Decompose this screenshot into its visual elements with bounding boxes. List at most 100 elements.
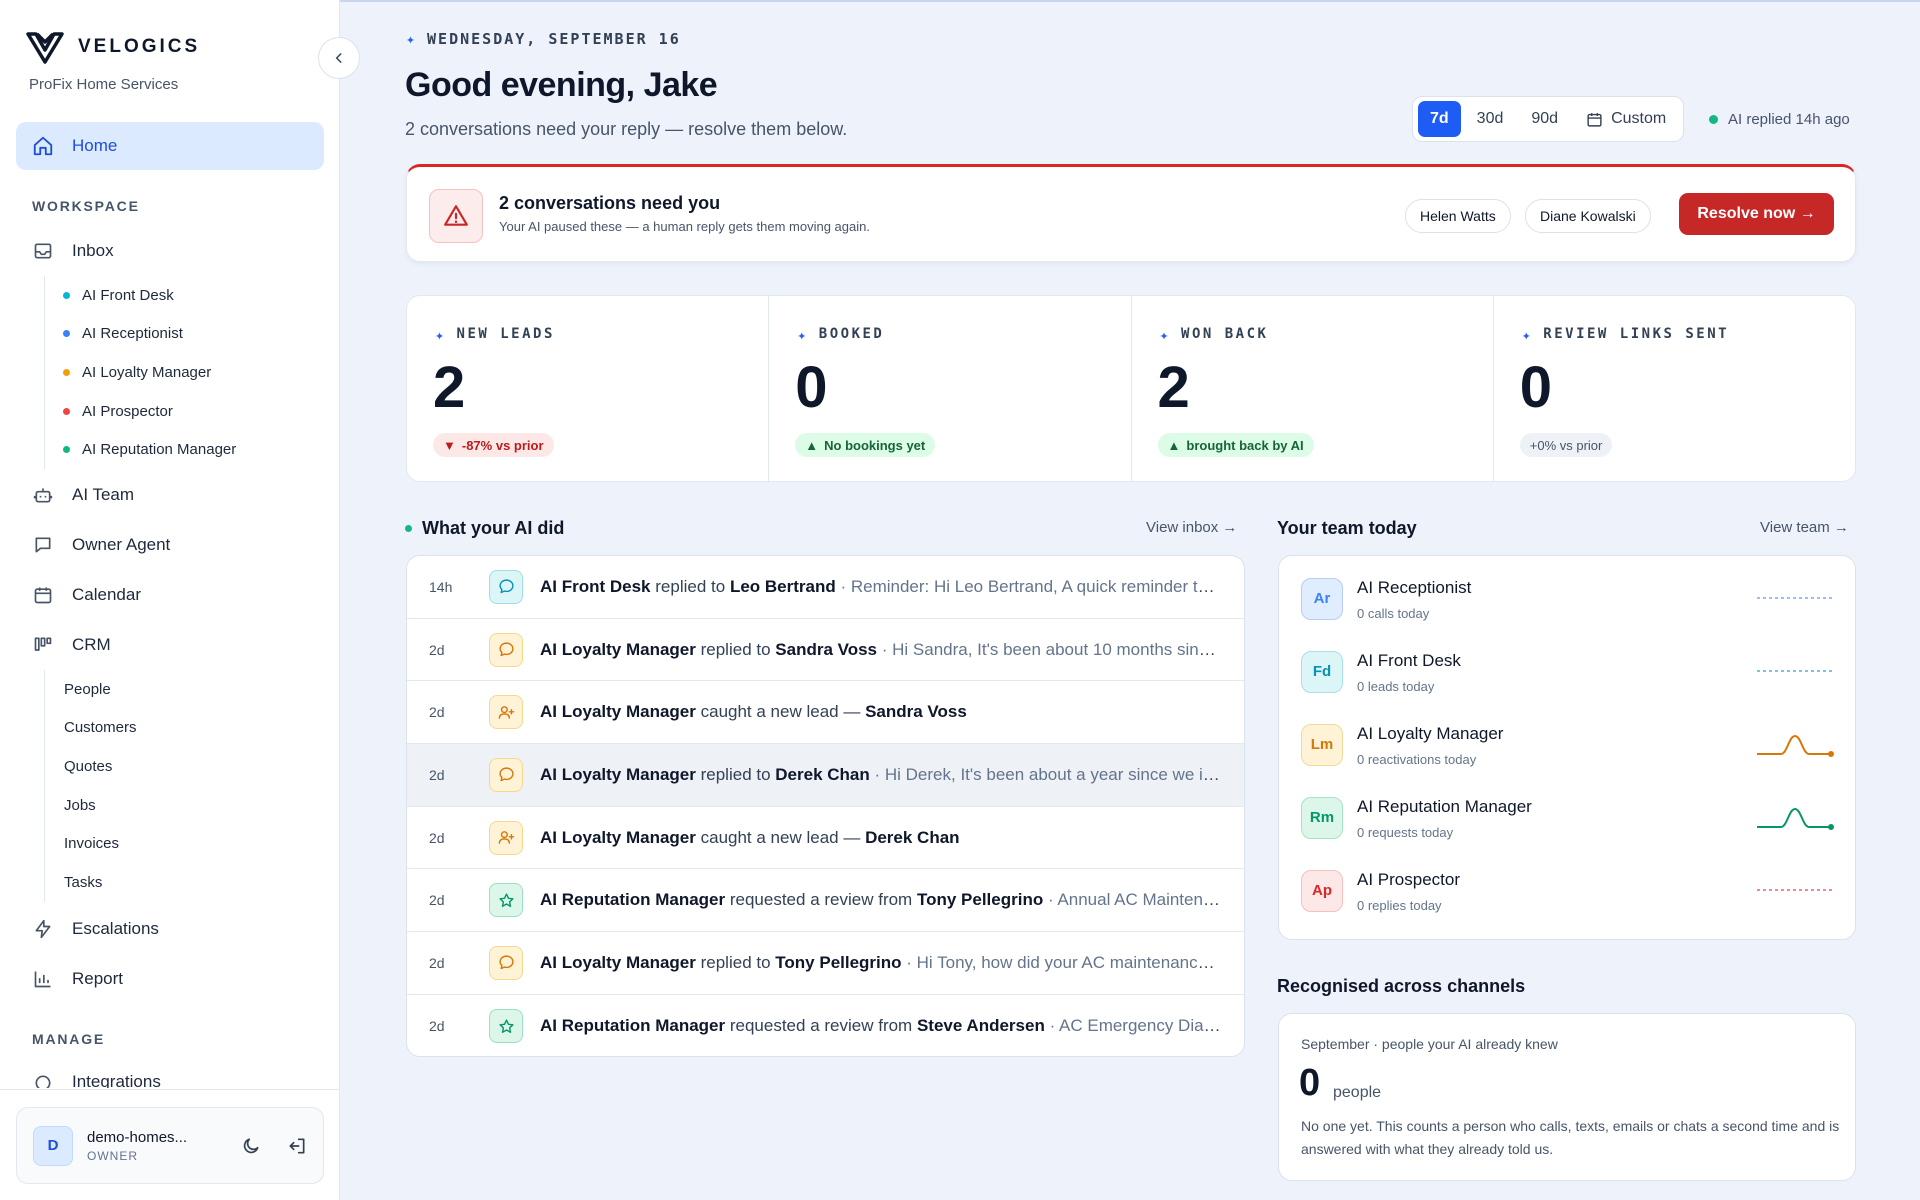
nav-owner-agent[interactable]: Owner Agent (32, 534, 170, 556)
inbox-item-ai-reputation-manager[interactable]: AI Reputation Manager (63, 430, 236, 469)
crm-subnav: People Customers Quotes Jobs Invoices Ta… (44, 670, 137, 902)
activity-row[interactable]: 2d AI Loyalty Manager replied to Sandra V… (407, 619, 1244, 682)
stat-value: 2 (1157, 355, 1190, 420)
activity-row[interactable]: 2d AI Loyalty Manager caught a new lead —… (407, 807, 1244, 870)
brand[interactable]: VELOGICS (26, 30, 200, 64)
kanban-icon (32, 634, 54, 656)
team-member-row[interactable]: Rm AI Reputation Manager 0 requests today (1279, 781, 1855, 854)
calendar-icon (1586, 111, 1603, 128)
activity-text: AI Front Desk replied to Leo Bertrand · … (540, 577, 1222, 597)
stat-badge: ▲ brought back by AI (1157, 433, 1314, 457)
collapse-sidebar-button[interactable] (318, 37, 360, 79)
user-plus-icon (489, 695, 523, 730)
activity-text: AI Loyalty Manager replied to Derek Chan… (540, 765, 1222, 785)
team-member-row[interactable]: Fd AI Front Desk 0 leads today (1279, 635, 1855, 708)
activity-verb: caught a new lead — (700, 827, 861, 847)
activity-actor: AI Front Desk (540, 576, 651, 596)
user-card[interactable]: D demo-homes... OWNER (16, 1107, 324, 1184)
manage-section-label: MANAGE (32, 1031, 106, 1047)
inbox-item-ai-front-desk[interactable]: AI Front Desk (63, 276, 236, 315)
inbox-item-ai-prospector[interactable]: AI Prospector (63, 392, 236, 431)
activity-preview: AC Emergency Diagnostic visit completed (1059, 1016, 1222, 1036)
activity-row[interactable]: 2d AI Reputation Manager requested a revi… (407, 995, 1244, 1056)
range-90d-button[interactable]: 90d (1519, 101, 1570, 137)
online-dot (1709, 115, 1718, 124)
activity-title: What your AI did (422, 518, 565, 538)
page-subtitle: 2 conversations need your reply — resolv… (405, 119, 848, 139)
page-title: Good evening, Jake (405, 66, 718, 104)
activity-row[interactable]: 2d AI Loyalty Manager replied to Tony Pel… (407, 932, 1244, 995)
team-avatar: Lm (1301, 723, 1343, 766)
nav-integrations[interactable]: Integrations (32, 1072, 161, 1088)
nav-calendar-label: Calendar (72, 585, 141, 604)
resolve-now-button[interactable]: Resolve now → (1679, 193, 1834, 235)
crm-item-customers[interactable]: Customers (64, 709, 137, 748)
crm-item-people[interactable]: People (64, 670, 137, 709)
person-chip-diane-kowalski[interactable]: Diane Kowalski (1525, 199, 1651, 233)
stat-value: 0 (795, 355, 828, 420)
crm-item-quotes[interactable]: Quotes (64, 747, 137, 786)
nav-escalations[interactable]: Escalations (32, 918, 159, 940)
stat-booked[interactable]: ✦ BOOKED 0 ▲ No bookings yet (769, 296, 1132, 481)
nav-report[interactable]: Report (32, 968, 123, 990)
activity-target: Leo Bertrand (729, 576, 836, 596)
sparkle-icon: ✦ (435, 326, 447, 344)
crm-item-tasks[interactable]: Tasks (64, 863, 137, 902)
activity-text: AI Loyalty Manager replied to Sandra Vos… (540, 640, 1222, 660)
range-30d-button[interactable]: 30d (1465, 101, 1516, 137)
stat-value: 2 (433, 355, 466, 420)
sidebar: VELOGICS ProFix Home Services Home WORKS… (0, 0, 340, 1200)
nav-calendar[interactable]: Calendar (32, 584, 141, 606)
activity-heading: What your AI did (405, 518, 564, 539)
stat-badge: ▲ No bookings yet (795, 433, 936, 457)
down-arrow-icon: ▼ (443, 437, 456, 453)
crm-item-jobs[interactable]: Jobs (64, 786, 137, 825)
sparkline (1755, 724, 1835, 764)
chat-bubble-icon (489, 757, 523, 792)
user-plus-icon (489, 820, 523, 855)
activity-row[interactable]: 2d AI Loyalty Manager replied to Derek Ch… (407, 744, 1244, 807)
activity-row[interactable]: 14h AI Front Desk replied to Leo Bertrand… (407, 556, 1244, 619)
team-member-name: AI Receptionist (1357, 578, 1472, 597)
lightning-icon (32, 918, 54, 940)
activity-row[interactable]: 2d AI Loyalty Manager caught a new lead —… (407, 681, 1244, 745)
stat-review-links-sent[interactable]: ✦ REVIEW LINKS SENT 0 +0% vs prior (1494, 296, 1855, 481)
nav-crm[interactable]: CRM (32, 634, 111, 656)
nav-home[interactable]: Home (16, 122, 324, 170)
stat-won-back[interactable]: ✦ WON BACK 2 ▲ brought back by AI (1132, 296, 1494, 481)
team-avatar: Rm (1301, 796, 1343, 839)
chat-bubble-icon (489, 632, 523, 667)
stat-new-leads[interactable]: ✦ NEW LEADS 2 ▼ -87% vs prior (407, 296, 770, 481)
moon-icon[interactable] (241, 1136, 261, 1156)
range-custom-button[interactable]: Custom (1574, 101, 1678, 137)
alert-title: 2 conversations need you (499, 193, 721, 213)
calendar-icon (32, 584, 54, 606)
activity-actor: AI Reputation Manager (540, 890, 726, 910)
activity-row[interactable]: 2d AI Reputation Manager requested a revi… (407, 869, 1244, 933)
view-team-link[interactable]: View team → (1760, 519, 1849, 536)
nav-ai-team[interactable]: AI Team (32, 484, 134, 506)
person-chip-helen-watts[interactable]: Helen Watts (1405, 199, 1511, 233)
inbox-item-ai-loyalty-manager[interactable]: AI Loyalty Manager (63, 353, 236, 392)
team-member-row[interactable]: Ap AI Prospector 0 replies today (1279, 854, 1855, 927)
nav-crm-label: CRM (72, 635, 111, 654)
activity-preview: Reminder: Hi Leo Bertrand, A quick remin… (850, 576, 1222, 596)
sparkle-icon: ✦ (1159, 326, 1172, 344)
nav-report-label: Report (72, 969, 124, 988)
inbox-item-ai-receptionist[interactable]: AI Receptionist (63, 315, 236, 354)
view-inbox-link[interactable]: View inbox → (1146, 519, 1237, 536)
activity-actor: AI Reputation Manager (540, 1016, 726, 1036)
team-member-row[interactable]: Ar AI Receptionist 0 calls today (1279, 562, 1855, 635)
activity-target: Derek Chan (865, 827, 960, 847)
nav-inbox[interactable]: Inbox (32, 240, 114, 262)
logout-icon[interactable] (287, 1136, 307, 1156)
status-dot (63, 291, 70, 299)
team-member-row[interactable]: Lm AI Loyalty Manager 0 reactivations toda… (1279, 708, 1855, 781)
team-list: Ar AI Receptionist 0 calls today Fd AI Front… (1278, 555, 1856, 940)
velogics-logo-icon (26, 30, 64, 64)
team-member-name: AI Front Desk (1357, 651, 1461, 670)
crm-item-invoices[interactable]: Invoices (64, 824, 137, 863)
activity-time: 2d (429, 704, 445, 721)
range-7d-button[interactable]: 7d (1418, 101, 1461, 137)
inbox-subnav: AI Front Desk AI Receptionist AI Loyalty… (44, 276, 236, 469)
